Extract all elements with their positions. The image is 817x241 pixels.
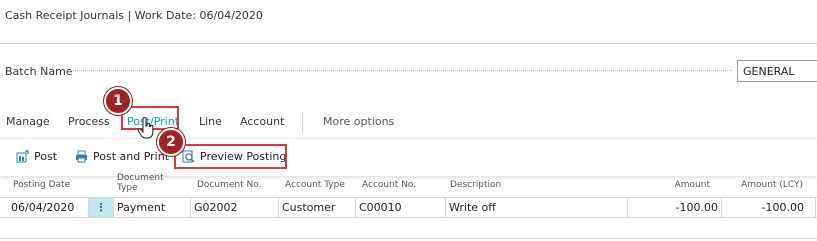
cell-amount[interactable]: -100.00 [627,198,721,217]
tab-manage[interactable]: Manage [6,115,50,128]
page-title: Cash Receipt Journals | Work Date: 06/04… [5,9,263,22]
table-row[interactable]: 06/04/2020 ⋮ Payment G02002 Customer C00… [0,197,817,218]
batch-name-field[interactable]: GENERAL [737,60,817,82]
header-divider [0,43,817,44]
printer-icon [75,150,88,163]
step-2-callout: 2 [157,128,185,156]
post-and-print-label: Post and Print [93,150,170,163]
post-label: Post [34,150,58,163]
column-header-amount[interactable]: Amount [650,180,710,190]
cell-posting-date[interactable]: 06/04/2020 [8,198,88,217]
tab-account[interactable]: Account [240,115,284,128]
step-1-callout: 1 [104,87,132,115]
column-header-posting-date[interactable]: Posting Date [13,180,70,190]
cell-document-type[interactable]: Payment [113,198,190,217]
more-options-button[interactable]: More options [323,115,394,128]
cell-amount-lcy[interactable]: -100.00 [721,198,807,217]
tab-line[interactable]: Line [199,115,222,128]
batch-name-label: Batch Name [5,65,73,78]
column-header-document-no[interactable]: Document No. [197,180,261,190]
column-header-description[interactable]: Description [450,180,501,190]
table-bottom-border [0,238,817,239]
post-print-submenu: Post Post and Print Preview Posting [0,138,817,176]
cell-account-no[interactable]: C00010 [355,198,445,217]
tab-process[interactable]: Process [68,115,110,128]
cell-account-type[interactable]: Customer [278,198,355,217]
hand-cursor-icon [137,116,155,139]
row-menu-icon[interactable]: ⋮ [88,198,113,217]
column-header-account-no[interactable]: Account No. [362,180,416,190]
column-header-amount-lcy[interactable]: Amount (LCY) [730,180,803,190]
batch-name-leader [70,70,732,71]
column-header-document-type[interactable]: Document Type [117,173,177,193]
preview-posting-highlight [174,144,287,169]
action-bar-separator [302,112,303,132]
post-icon [16,150,29,163]
table-header: Posting Date Document Type Document No. … [0,173,817,196]
cell-document-no[interactable]: G02002 [190,198,278,217]
row-edge [815,197,816,218]
post-button[interactable]: Post [16,150,57,163]
post-and-print-button[interactable]: Post and Print [75,150,169,163]
column-header-account-type[interactable]: Account Type [285,180,345,190]
cell-description[interactable]: Write off [445,198,627,217]
